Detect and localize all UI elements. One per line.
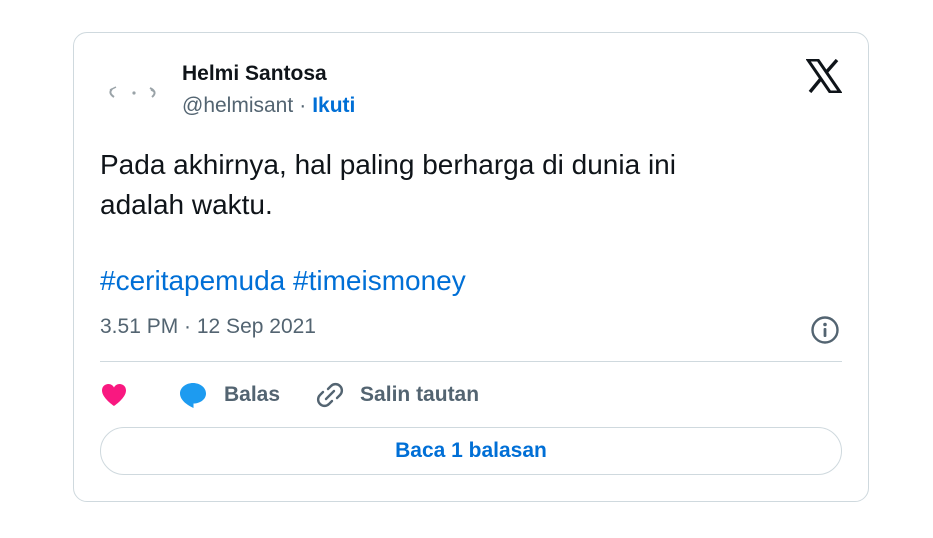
tweet-timestamp[interactable]: 3.51 PM · 12 Sep 2021 — [100, 313, 316, 341]
reply-label: Balas — [224, 383, 281, 406]
author-avatar[interactable] — [98, 63, 166, 119]
author-block: Helmi Santosa @helmisant · Ikuti — [182, 61, 355, 119]
tweet-text-line: adalah waktu. — [100, 189, 273, 220]
divider — [100, 361, 842, 362]
author-handle-row: @helmisant · Ikuti — [182, 93, 355, 119]
tweet-embed-card: Helmi Santosa @helmisant · Ikuti Pada akhi… — [73, 32, 869, 502]
tweet-text-line: Pada akhirnya, hal paling berharga di du… — [100, 149, 676, 180]
hashtag-link[interactable]: #ceritapemuda — [100, 265, 285, 296]
action-bar: Balas Salin tautan — [100, 377, 479, 413]
author-display-name[interactable]: Helmi Santosa — [182, 61, 355, 87]
reply-button[interactable]: Balas — [178, 380, 280, 410]
copy-link-label: Salin tautan — [360, 383, 480, 406]
info-icon[interactable] — [810, 315, 840, 345]
read-replies-button[interactable]: Baca 1 balasan — [100, 427, 842, 475]
heart-icon — [102, 384, 126, 406]
follow-link[interactable]: Ikuti — [312, 94, 355, 117]
copy-link-button[interactable]: Salin tautan — [316, 381, 479, 409]
hashtag-link[interactable]: #timeismoney — [293, 265, 466, 296]
tweet-text: Pada akhirnya, hal paling berharga di du… — [100, 145, 800, 225]
speech-bubble-icon — [180, 383, 206, 408]
like-button[interactable] — [100, 382, 128, 408]
avatar-image — [109, 86, 156, 98]
hashtag-row: #ceritapemuda #timeismoney — [100, 261, 466, 301]
link-icon — [316, 382, 344, 408]
author-handle[interactable]: @helmisant — [182, 94, 293, 117]
handle-separator: · — [299, 94, 307, 117]
x-logo-icon[interactable] — [805, 58, 843, 94]
